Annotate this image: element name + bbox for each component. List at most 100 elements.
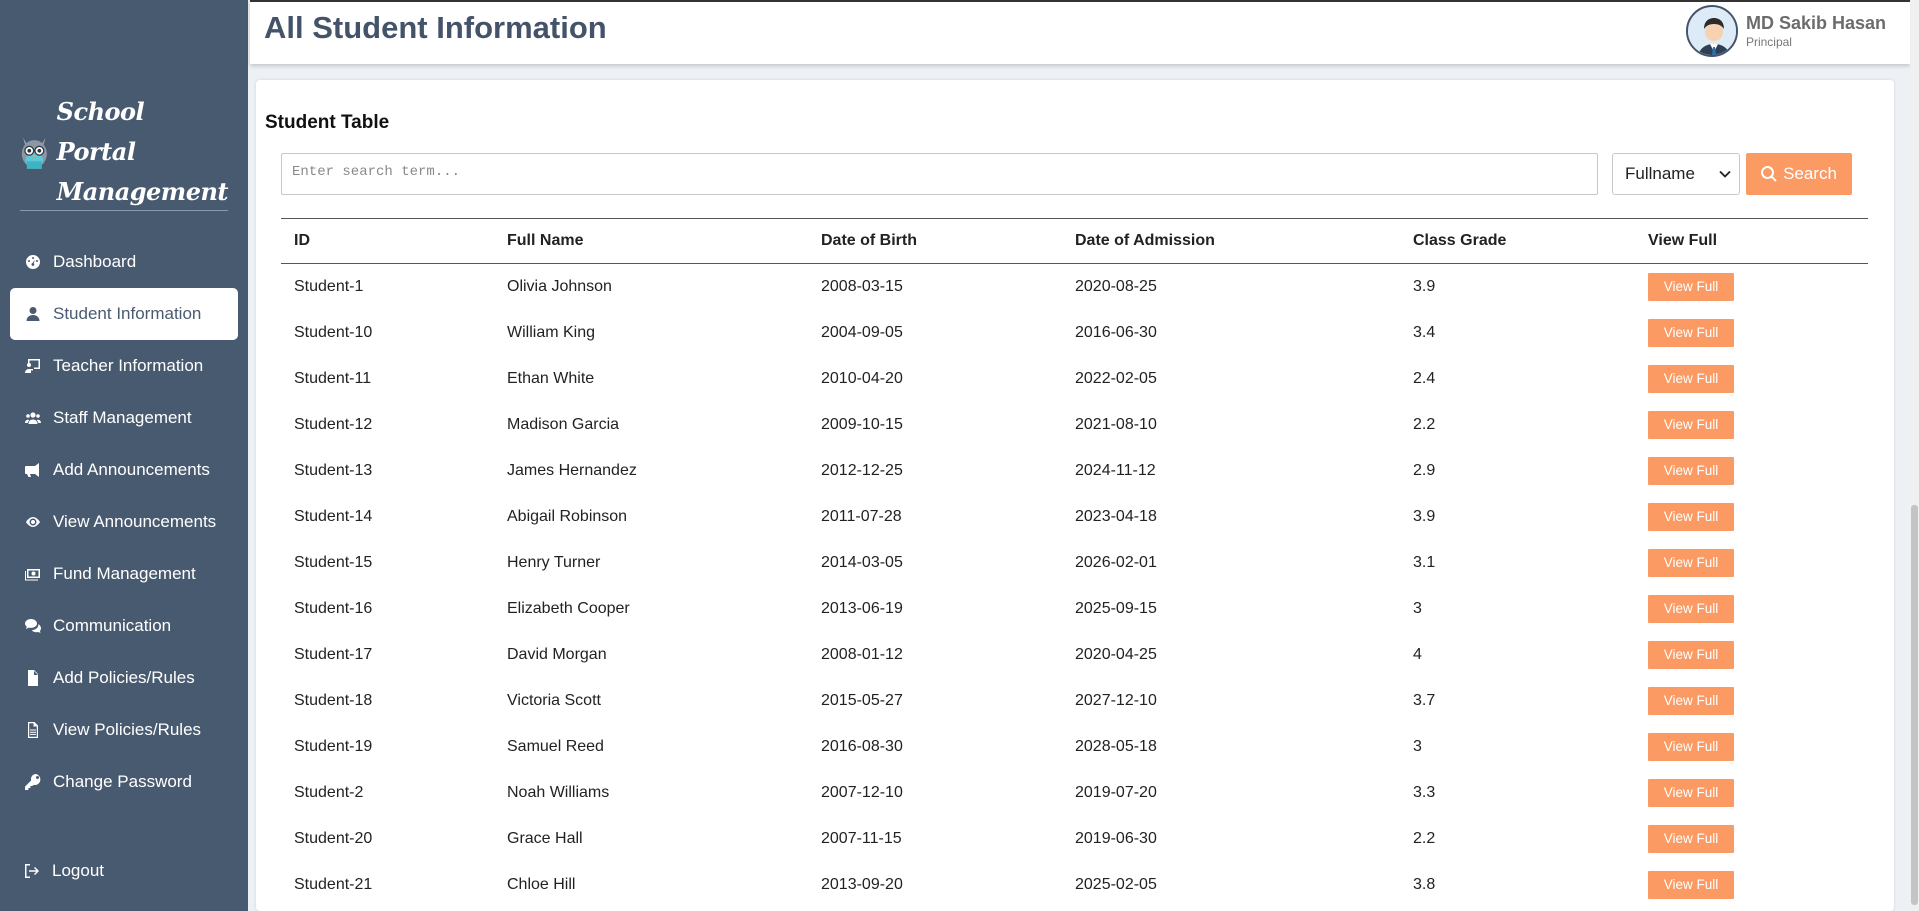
money-icon (24, 565, 42, 583)
cell-admission: 2023-04-18 (1075, 507, 1157, 525)
view-full-button[interactable]: View Full (1648, 502, 1734, 531)
cell-id: Student-19 (294, 737, 373, 755)
page-title: All Student Information (264, 10, 607, 45)
cell-id: Student-11 (294, 369, 372, 387)
table-row: Student-16 Elizabeth Cooper 2013-06-19 2025… (281, 586, 1868, 632)
scrollbar-thumb[interactable] (1911, 505, 1918, 905)
table-body: Student-1 Olivia Johnson 2008-03-15 2020-08… (281, 264, 1868, 908)
column-header-id: ID (281, 218, 494, 264)
logout-label: Logout (52, 861, 104, 880)
file-icon (24, 669, 42, 687)
view-full-button[interactable]: View Full (1648, 272, 1734, 301)
view-full-button[interactable]: View Full (1648, 824, 1734, 853)
view-full-button[interactable]: View Full (1648, 640, 1734, 669)
cell-full-name: Noah Williams (507, 783, 610, 801)
table-row: Student-11 Ethan White 2010-04-20 2022-02-0… (281, 356, 1868, 402)
cell-view: View Full (1635, 494, 1868, 540)
cell-view: View Full (1635, 310, 1868, 356)
view-full-button[interactable]: View Full (1648, 456, 1734, 485)
table-row: Student-15 Henry Turner 2014-03-05 2026-02-… (281, 540, 1868, 586)
sidebar-item-add-policies[interactable]: Add Policies/Rules (10, 652, 238, 704)
view-full-button[interactable]: View Full (1648, 548, 1734, 577)
user-profile[interactable]: MD Sakib Hasan Principal (1685, 5, 1886, 57)
table-row: Student-14 Abigail Robinson 2011-07-28 2023… (281, 494, 1868, 540)
column-header-admission: Date of Admission (1062, 218, 1400, 264)
cell-grade: 3.1 (1413, 553, 1436, 571)
sidebar-item-teacher-information[interactable]: Teacher Information (10, 340, 238, 392)
cell-grade: 3.4 (1413, 323, 1436, 341)
view-full-button[interactable]: View Full (1648, 732, 1734, 761)
cell-view: View Full (1635, 586, 1868, 632)
sidebar-item-add-announcements[interactable]: Add Announcements (10, 444, 238, 496)
cell-full-name: Samuel Reed (507, 737, 604, 755)
search-input[interactable] (281, 153, 1598, 195)
view-full-button[interactable]: View Full (1648, 364, 1734, 393)
cell-id: Student-18 (294, 691, 373, 709)
cell-full-name: Madison Garcia (507, 415, 620, 433)
sidebar-item-student-information[interactable]: Student Information (10, 288, 238, 340)
chalkboard-icon (24, 357, 42, 375)
brand[interactable]: School Portal Management (18, 97, 229, 206)
sidebar-item-dashboard[interactable]: Dashboard (10, 236, 238, 288)
column-header-dob: Date of Birth (808, 218, 1062, 264)
chevron-down-icon (1719, 170, 1731, 178)
cell-full-name: Abigail Robinson (507, 507, 628, 525)
megaphone-icon (24, 461, 42, 479)
cell-full-name: Ethan White (507, 369, 595, 387)
cell-grade: 3.7 (1413, 691, 1436, 709)
avatar (1685, 5, 1738, 57)
cell-view: View Full (1635, 356, 1868, 402)
cell-admission: 2020-08-25 (1075, 277, 1157, 295)
sidebar-item-label: Teacher Information (53, 356, 204, 375)
cell-grade: 2.2 (1413, 415, 1436, 433)
table-row: Student-18 Victoria Scott 2015-05-27 2027-1… (281, 678, 1868, 724)
cell-grade: 3 (1413, 737, 1422, 755)
eye-icon (24, 513, 42, 531)
sidebar-divider (20, 210, 228, 211)
view-full-button[interactable]: View Full (1648, 870, 1734, 899)
sidebar-item-view-policies[interactable]: View Policies/Rules (10, 704, 238, 756)
sidebar-item-staff-management[interactable]: Staff Management (10, 392, 238, 444)
sidebar-item-change-password[interactable]: Change Password (10, 756, 238, 808)
cell-dob: 2009-10-15 (821, 415, 903, 433)
cell-view: View Full (1635, 632, 1868, 678)
view-full-button[interactable]: View Full (1648, 410, 1734, 439)
cell-dob: 2015-05-27 (821, 691, 903, 709)
table-row: Student-21 Chloe Hill 2013-09-20 2025-02-05… (281, 862, 1868, 908)
sidebar-item-communication[interactable]: Communication (10, 600, 238, 652)
cell-view: View Full (1635, 724, 1868, 770)
dashboard-icon (24, 253, 42, 271)
table-row: Student-2 Noah Williams 2007-12-10 2019-07-… (281, 770, 1868, 816)
cell-dob: 2013-06-19 (821, 599, 903, 617)
column-header-grade: Class Grade (1400, 218, 1635, 264)
view-full-button[interactable]: View Full (1648, 594, 1734, 623)
cell-view: View Full (1635, 862, 1868, 908)
sidebar-item-fund-management[interactable]: Fund Management (10, 548, 238, 600)
cell-admission: 2028-05-18 (1075, 737, 1157, 755)
cell-admission: 2021-08-10 (1075, 415, 1157, 433)
cell-full-name: Victoria Scott (507, 691, 601, 709)
search-icon (1761, 166, 1777, 182)
page-scrollbar[interactable] (1910, 0, 1919, 911)
view-full-button[interactable]: View Full (1648, 318, 1734, 347)
cell-full-name: Henry Turner (507, 553, 601, 571)
cell-grade: 3.9 (1413, 277, 1436, 295)
view-full-button[interactable]: View Full (1648, 778, 1734, 807)
student-table: ID Full Name Date of Birth Date of Admis… (281, 218, 1868, 908)
sidebar-item-label: View Announcements (53, 512, 217, 531)
logout-button[interactable]: Logout (24, 850, 104, 892)
sidebar-item-label: View Policies/Rules (53, 720, 202, 739)
sidebar-item-label: Add Policies/Rules (53, 668, 195, 687)
brand-line-1: School Portal (56, 97, 145, 166)
filter-select[interactable]: Fullname (1612, 153, 1740, 195)
cell-id: Student-17 (294, 645, 373, 663)
cell-dob: 2016-08-30 (821, 737, 903, 755)
table-row: Student-1 Olivia Johnson 2008-03-15 2020-08… (281, 264, 1868, 310)
view-full-button[interactable]: View Full (1648, 686, 1734, 715)
cell-full-name: Elizabeth Cooper (507, 599, 630, 617)
sidebar-item-view-announcements[interactable]: View Announcements (10, 496, 238, 548)
search-button[interactable]: Search (1746, 153, 1852, 195)
cell-admission: 2016-06-30 (1075, 323, 1157, 341)
cell-full-name: David Morgan (507, 645, 607, 663)
sidebar-item-label: Add Announcements (53, 460, 210, 479)
